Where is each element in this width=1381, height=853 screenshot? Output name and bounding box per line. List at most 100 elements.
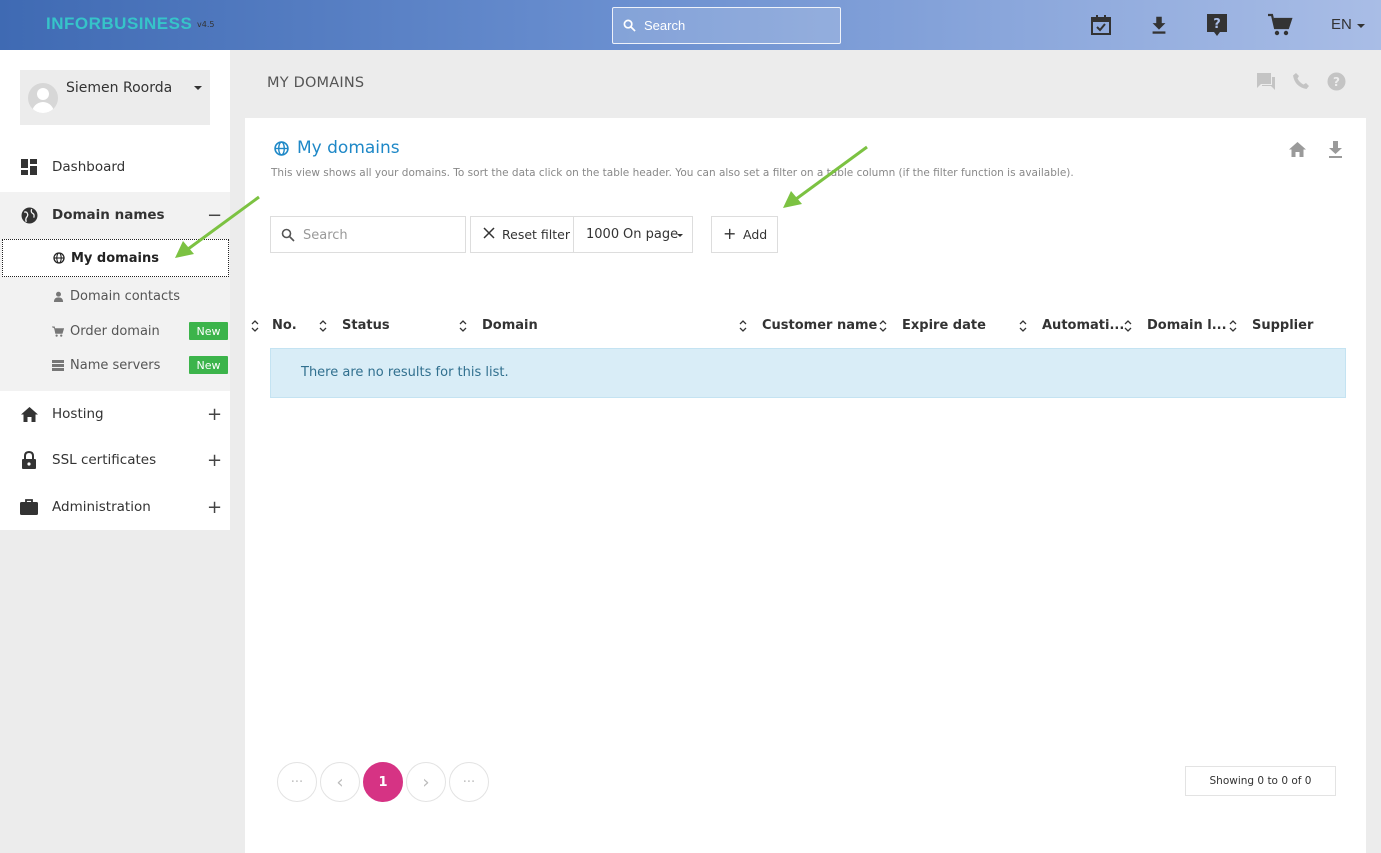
sort-icon[interactable] xyxy=(1123,319,1133,333)
add-label: Add xyxy=(743,227,768,242)
app-logo[interactable]: INFORBUSINESS xyxy=(46,14,192,34)
sidebar-subitem-name-servers[interactable]: Name servers New xyxy=(0,347,230,383)
pagination-prev-button[interactable]: ‹ xyxy=(320,762,360,802)
sidebar-subitem-order-domain[interactable]: Order domain New xyxy=(0,313,230,349)
phone-icon[interactable] xyxy=(1291,71,1311,91)
new-badge: New xyxy=(189,356,228,374)
cart-icon[interactable] xyxy=(1267,12,1293,38)
user-menu[interactable]: Siemen Roorda xyxy=(20,70,210,125)
pagination-first-button[interactable]: ··· xyxy=(277,762,317,802)
person-icon xyxy=(52,290,64,302)
domains-card: My domains This view shows all your doma… xyxy=(245,118,1366,853)
domain-names-submenu: My domains Domain contacts Order domain … xyxy=(0,238,230,391)
question-icon[interactable]: ? xyxy=(1326,71,1346,91)
sidebar-item-domain-names[interactable]: Domain names − xyxy=(0,192,230,238)
briefcase-icon xyxy=(20,498,38,516)
sort-icon[interactable] xyxy=(878,319,888,333)
lock-icon xyxy=(20,451,38,469)
sidebar-item-ssl-certificates[interactable]: SSL certificates + xyxy=(0,437,230,483)
user-name: Siemen Roorda xyxy=(66,80,173,96)
sidebar-subitem-domain-contacts[interactable]: Domain contacts xyxy=(0,278,230,314)
column-header-customer-name[interactable]: Customer name xyxy=(762,318,877,333)
sort-icon[interactable] xyxy=(458,319,468,333)
search-icon xyxy=(623,19,636,32)
sidebar-subitem-label: Order domain xyxy=(70,323,160,339)
app-version: v4.5 xyxy=(197,20,215,29)
cart-icon xyxy=(52,325,64,337)
collapse-icon[interactable]: − xyxy=(207,205,222,226)
dashboard-icon xyxy=(20,158,38,176)
plus-icon: + xyxy=(723,224,737,243)
table-search-field[interactable] xyxy=(270,216,466,253)
per-page-select[interactable]: 1000 On page xyxy=(573,216,693,253)
table-search-input[interactable] xyxy=(303,225,453,245)
reset-filter-label: Reset filter xyxy=(502,227,570,242)
column-header-domain-lock[interactable]: Domain l... xyxy=(1147,318,1227,333)
sort-icon[interactable] xyxy=(250,319,260,333)
avatar xyxy=(28,83,58,113)
sidebar-item-label: Dashboard xyxy=(52,159,126,175)
per-page-value: 1000 xyxy=(586,227,620,242)
chat-icon[interactable] xyxy=(1256,71,1276,91)
global-search-placeholder: Search xyxy=(644,18,686,33)
svg-text:?: ? xyxy=(1333,75,1340,89)
chevron-down-icon xyxy=(194,86,202,90)
reset-filter-button[interactable]: Reset filter xyxy=(470,216,574,253)
pagination-last-button[interactable]: ··· xyxy=(449,762,489,802)
column-header-no[interactable]: No. xyxy=(272,318,297,333)
sidebar-subitem-my-domains[interactable]: My domains xyxy=(2,239,229,277)
sidebar-item-hosting[interactable]: Hosting + xyxy=(0,391,230,437)
sidebar-subitem-label: My domains xyxy=(71,250,159,266)
page-title: MY DOMAINS xyxy=(267,75,365,91)
column-header-domain[interactable]: Domain xyxy=(482,318,538,333)
sidebar-item-administration[interactable]: Administration + xyxy=(0,484,230,530)
globe-icon xyxy=(53,252,65,264)
empty-results-message: There are no results for this list. xyxy=(301,365,509,380)
sidebar-subitem-label: Name servers xyxy=(70,357,161,373)
server-icon xyxy=(52,359,64,371)
results-count: Showing 0 to 0 of 0 xyxy=(1185,766,1336,796)
new-badge: New xyxy=(189,322,228,340)
sidebar-subitem-label: Domain contacts xyxy=(70,288,180,304)
column-header-expire-date[interactable]: Expire date xyxy=(902,318,986,333)
language-label: EN xyxy=(1331,16,1352,33)
sidebar-item-label: Hosting xyxy=(52,406,104,422)
language-selector[interactable]: EN xyxy=(1331,16,1352,33)
sidebar-item-label: Domain names xyxy=(52,207,165,223)
chevron-down-icon xyxy=(1357,24,1365,28)
sort-icon[interactable] xyxy=(1018,319,1028,333)
pagination-next-button[interactable]: › xyxy=(406,762,446,802)
close-icon xyxy=(483,227,495,239)
card-title: My domains xyxy=(297,138,400,158)
calendar-check-icon[interactable] xyxy=(1088,12,1114,38)
empty-results-alert: There are no results for this list. xyxy=(270,348,1346,398)
globe-icon xyxy=(274,141,289,160)
help-icon[interactable]: ? xyxy=(1204,12,1230,38)
pagination-page-1[interactable]: 1 xyxy=(363,762,403,802)
column-header-supplier[interactable]: Supplier xyxy=(1252,318,1313,333)
expand-icon[interactable]: + xyxy=(207,497,222,518)
svg-text:?: ? xyxy=(1213,17,1221,32)
home-icon xyxy=(20,405,38,423)
top-bar: INFORBUSINESS v4.5 Search ? EN xyxy=(0,0,1381,50)
expand-icon[interactable]: + xyxy=(207,450,222,471)
export-download-icon[interactable] xyxy=(1326,140,1344,158)
search-icon xyxy=(281,228,295,242)
sidebar-item-label: SSL certificates xyxy=(52,452,157,468)
download-icon[interactable] xyxy=(1146,12,1172,38)
home-icon[interactable] xyxy=(1288,140,1306,158)
chevron-down-icon xyxy=(677,234,683,237)
expand-icon[interactable]: + xyxy=(207,404,222,425)
sidebar-item-label: Administration xyxy=(52,499,151,515)
per-page-label: On page xyxy=(623,227,679,242)
globe-icon xyxy=(20,206,38,224)
column-header-automatic[interactable]: Automati... xyxy=(1042,318,1124,333)
global-search-input[interactable]: Search xyxy=(612,7,841,44)
sidebar: Siemen Roorda Dashboard Domain names − M… xyxy=(0,50,230,530)
sidebar-item-dashboard[interactable]: Dashboard xyxy=(0,144,230,190)
sort-icon[interactable] xyxy=(1228,319,1238,333)
add-domain-button[interactable]: + Add xyxy=(711,216,778,253)
sort-icon[interactable] xyxy=(738,319,748,333)
column-header-status[interactable]: Status xyxy=(342,318,390,333)
sort-icon[interactable] xyxy=(318,319,328,333)
